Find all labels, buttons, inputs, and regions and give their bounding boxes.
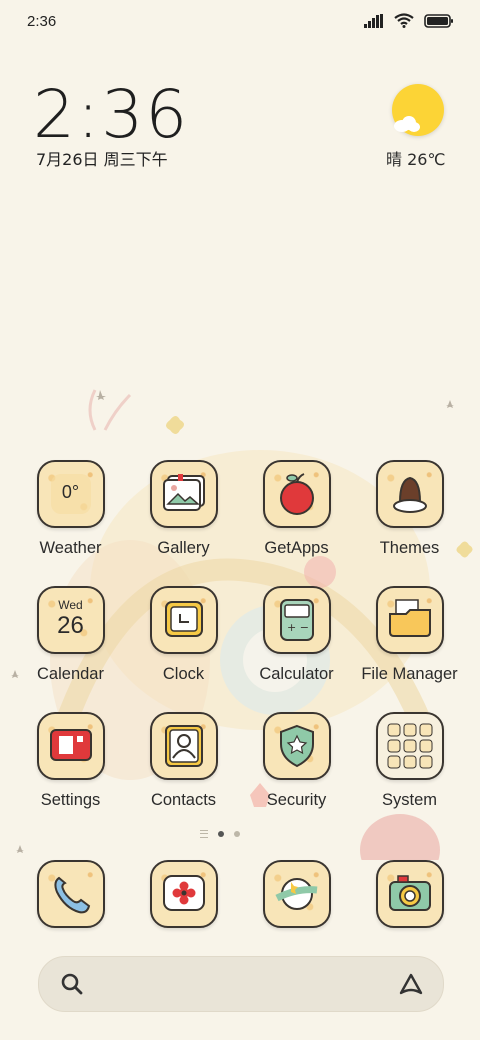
clock-icon <box>164 601 203 637</box>
app-label-weather: Weather <box>39 539 102 557</box>
calculator-icon: + − <box>279 599 314 641</box>
status-time: 2:36 <box>27 13 57 30</box>
dock-phone[interactable] <box>14 860 127 928</box>
weather-widget[interactable]: 晴 26℃ <box>386 84 446 174</box>
app-themes[interactable]: Themes <box>353 460 466 558</box>
app-contacts[interactable]: Contacts <box>127 712 240 810</box>
page-dot-2[interactable] <box>234 831 240 837</box>
calendar-day: 26 <box>57 612 84 639</box>
app-label-contacts: Contacts <box>150 791 217 809</box>
svg-text:+ −: + − <box>287 621 309 634</box>
system-folder-icon <box>387 723 432 769</box>
security-icon <box>279 724 314 768</box>
gallery-icon <box>162 474 205 511</box>
app-system-folder[interactable]: System <box>353 712 466 810</box>
wifi-icon <box>394 13 414 28</box>
app-label-system: System <box>381 791 437 809</box>
themes-icon <box>392 476 427 513</box>
app-label-file-manager: File Manager <box>361 665 458 683</box>
calendar-weekday: Wed <box>58 598 83 612</box>
app-label-clock: Clock <box>162 665 205 683</box>
app-label-gallery: Gallery <box>157 539 210 557</box>
dock-browser[interactable] <box>240 860 353 928</box>
search-icon <box>61 973 83 995</box>
app-label-security: Security <box>266 791 327 809</box>
app-gallery[interactable]: Gallery <box>127 460 240 558</box>
weather-condition: 晴 26℃ <box>386 150 446 169</box>
app-label-calendar: Calendar <box>37 665 104 683</box>
clock-widget-time[interactable]: 2:36 <box>33 76 189 153</box>
phone-icon <box>53 876 90 914</box>
clock-widget-date[interactable]: 7月26日 周三下午 <box>36 146 168 170</box>
app-settings[interactable]: Settings <box>14 712 127 810</box>
signal-icon <box>364 13 383 28</box>
app-clock[interactable]: Clock <box>127 586 240 684</box>
camera-icon <box>388 875 431 911</box>
app-label-themes: Themes <box>379 539 440 557</box>
app-calendar[interactable]: Wed 26 Calendar <box>14 586 127 684</box>
battery-icon <box>424 13 453 28</box>
search-bar[interactable] <box>38 956 444 1012</box>
menu-icon <box>200 830 208 838</box>
dock-messages[interactable] <box>127 860 240 928</box>
contacts-icon <box>164 725 203 767</box>
apple-icon <box>279 473 314 515</box>
app-label-calculator: Calculator <box>259 665 334 683</box>
weather-temp: 0° <box>61 482 80 502</box>
status-bar: 2:36 <box>0 0 480 42</box>
app-label-getapps: GetApps <box>264 539 329 557</box>
folder-icon <box>388 599 431 637</box>
app-label-settings: Settings <box>40 791 101 809</box>
app-file-manager[interactable]: File Manager <box>353 586 466 684</box>
browser-icon <box>274 878 317 910</box>
assistant-icon[interactable] <box>397 971 427 997</box>
dock-camera[interactable] <box>353 860 466 928</box>
settings-icon <box>49 729 92 761</box>
app-weather[interactable]: 0° Weather <box>14 460 127 558</box>
app-getapps[interactable]: GetApps <box>240 460 353 558</box>
cloud-icon <box>394 116 420 132</box>
page-dot-1[interactable] <box>218 831 224 837</box>
page-indicator[interactable] <box>200 830 240 838</box>
app-calculator[interactable]: + − Calculator <box>240 586 353 684</box>
app-security[interactable]: Security <box>240 712 353 810</box>
messages-icon <box>162 875 205 911</box>
dock <box>14 860 466 930</box>
